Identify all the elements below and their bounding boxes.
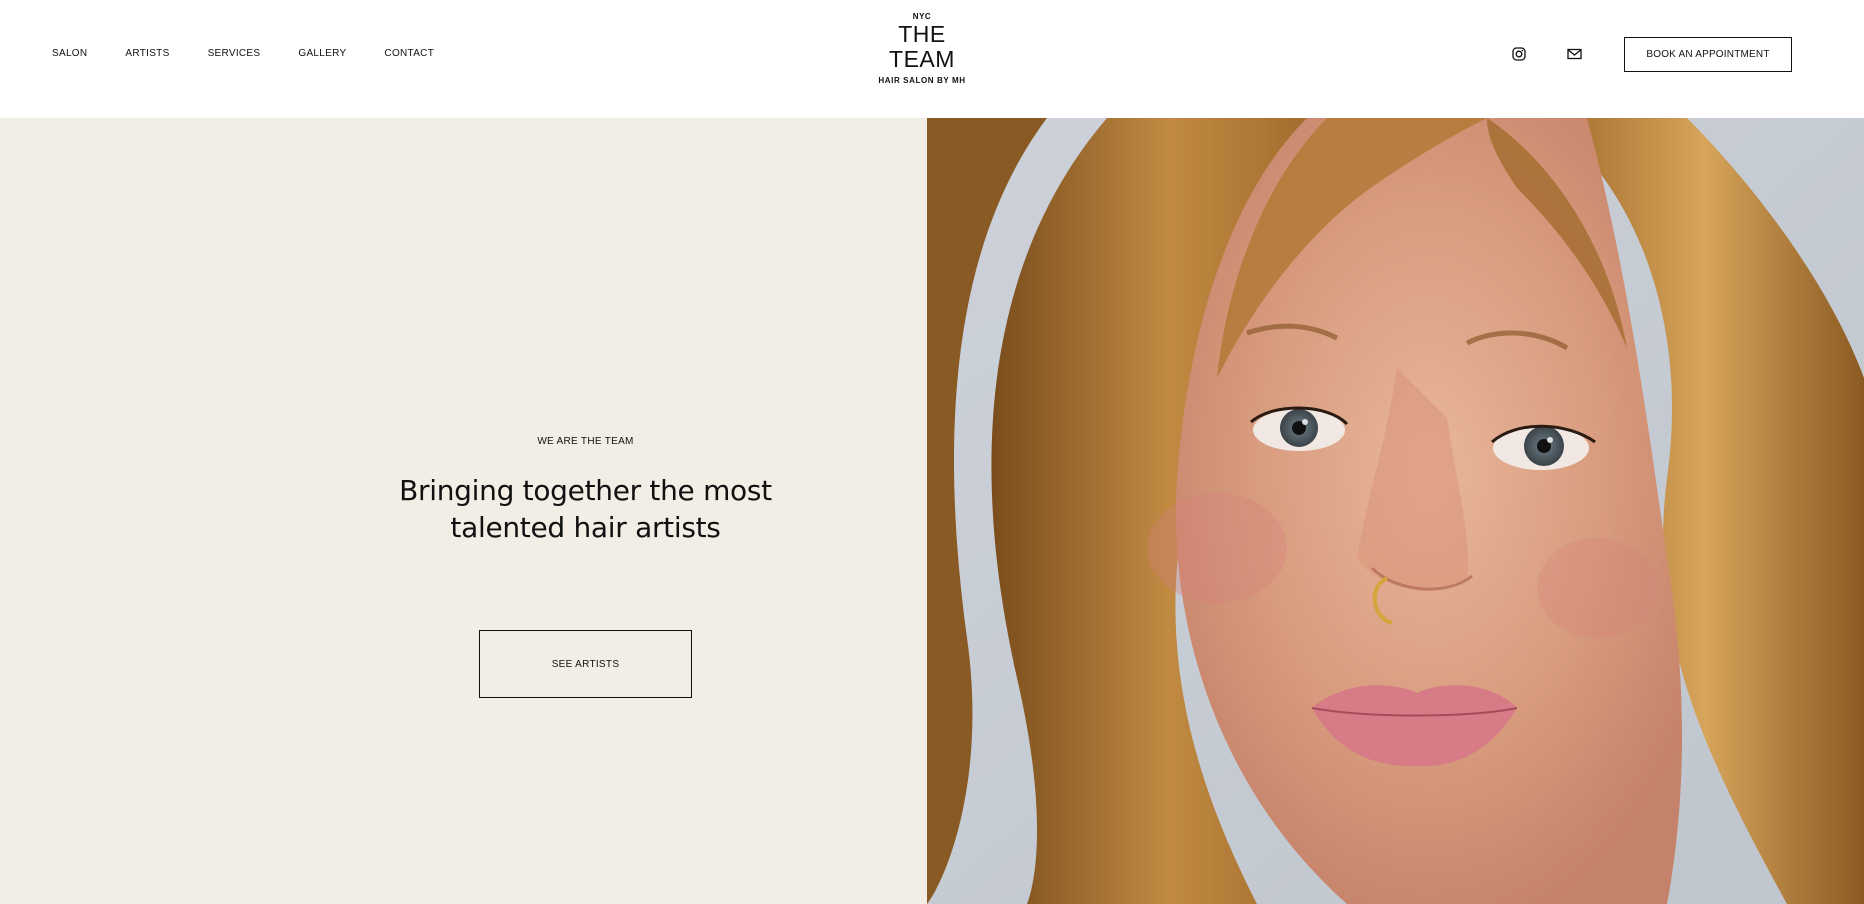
book-appointment-button[interactable]: BOOK AN APPOINTMENT bbox=[1624, 37, 1792, 72]
logo-line-1: THE bbox=[898, 21, 946, 47]
site-header: SALON ARTISTS SERVICES GALLERY CONTACT N… bbox=[0, 0, 1864, 118]
site-logo[interactable]: NYC THE TEAM HAIR SALON BY MH bbox=[862, 12, 982, 85]
logo-subtitle: HAIR SALON BY MH bbox=[878, 76, 966, 85]
hero-portrait-image bbox=[927, 118, 1864, 904]
logo-line-2: TEAM bbox=[889, 46, 955, 72]
hero-headline-line-1: Bringing together the most bbox=[399, 474, 772, 507]
portrait-illustration bbox=[927, 118, 1864, 904]
logo-city: NYC bbox=[912, 12, 932, 21]
see-artists-button[interactable]: SEE ARTISTS bbox=[479, 630, 692, 698]
hero-headline: Bringing together the most talented hair… bbox=[385, 472, 786, 546]
nav-item-salon[interactable]: SALON bbox=[52, 48, 87, 59]
nav-item-artists[interactable]: ARTISTS bbox=[125, 48, 169, 59]
instagram-icon[interactable] bbox=[1511, 46, 1527, 62]
hero-text-panel: WE ARE THE TEAM Bringing together the mo… bbox=[0, 118, 927, 904]
main-nav: SALON ARTISTS SERVICES GALLERY CONTACT bbox=[52, 48, 472, 59]
mail-icon[interactable] bbox=[1566, 46, 1582, 62]
nav-item-gallery[interactable]: GALLERY bbox=[298, 48, 346, 59]
nav-item-services[interactable]: SERVICES bbox=[208, 48, 261, 59]
hero-headline-line-2: talented hair artists bbox=[450, 511, 721, 544]
nav-item-contact[interactable]: CONTACT bbox=[384, 48, 434, 59]
